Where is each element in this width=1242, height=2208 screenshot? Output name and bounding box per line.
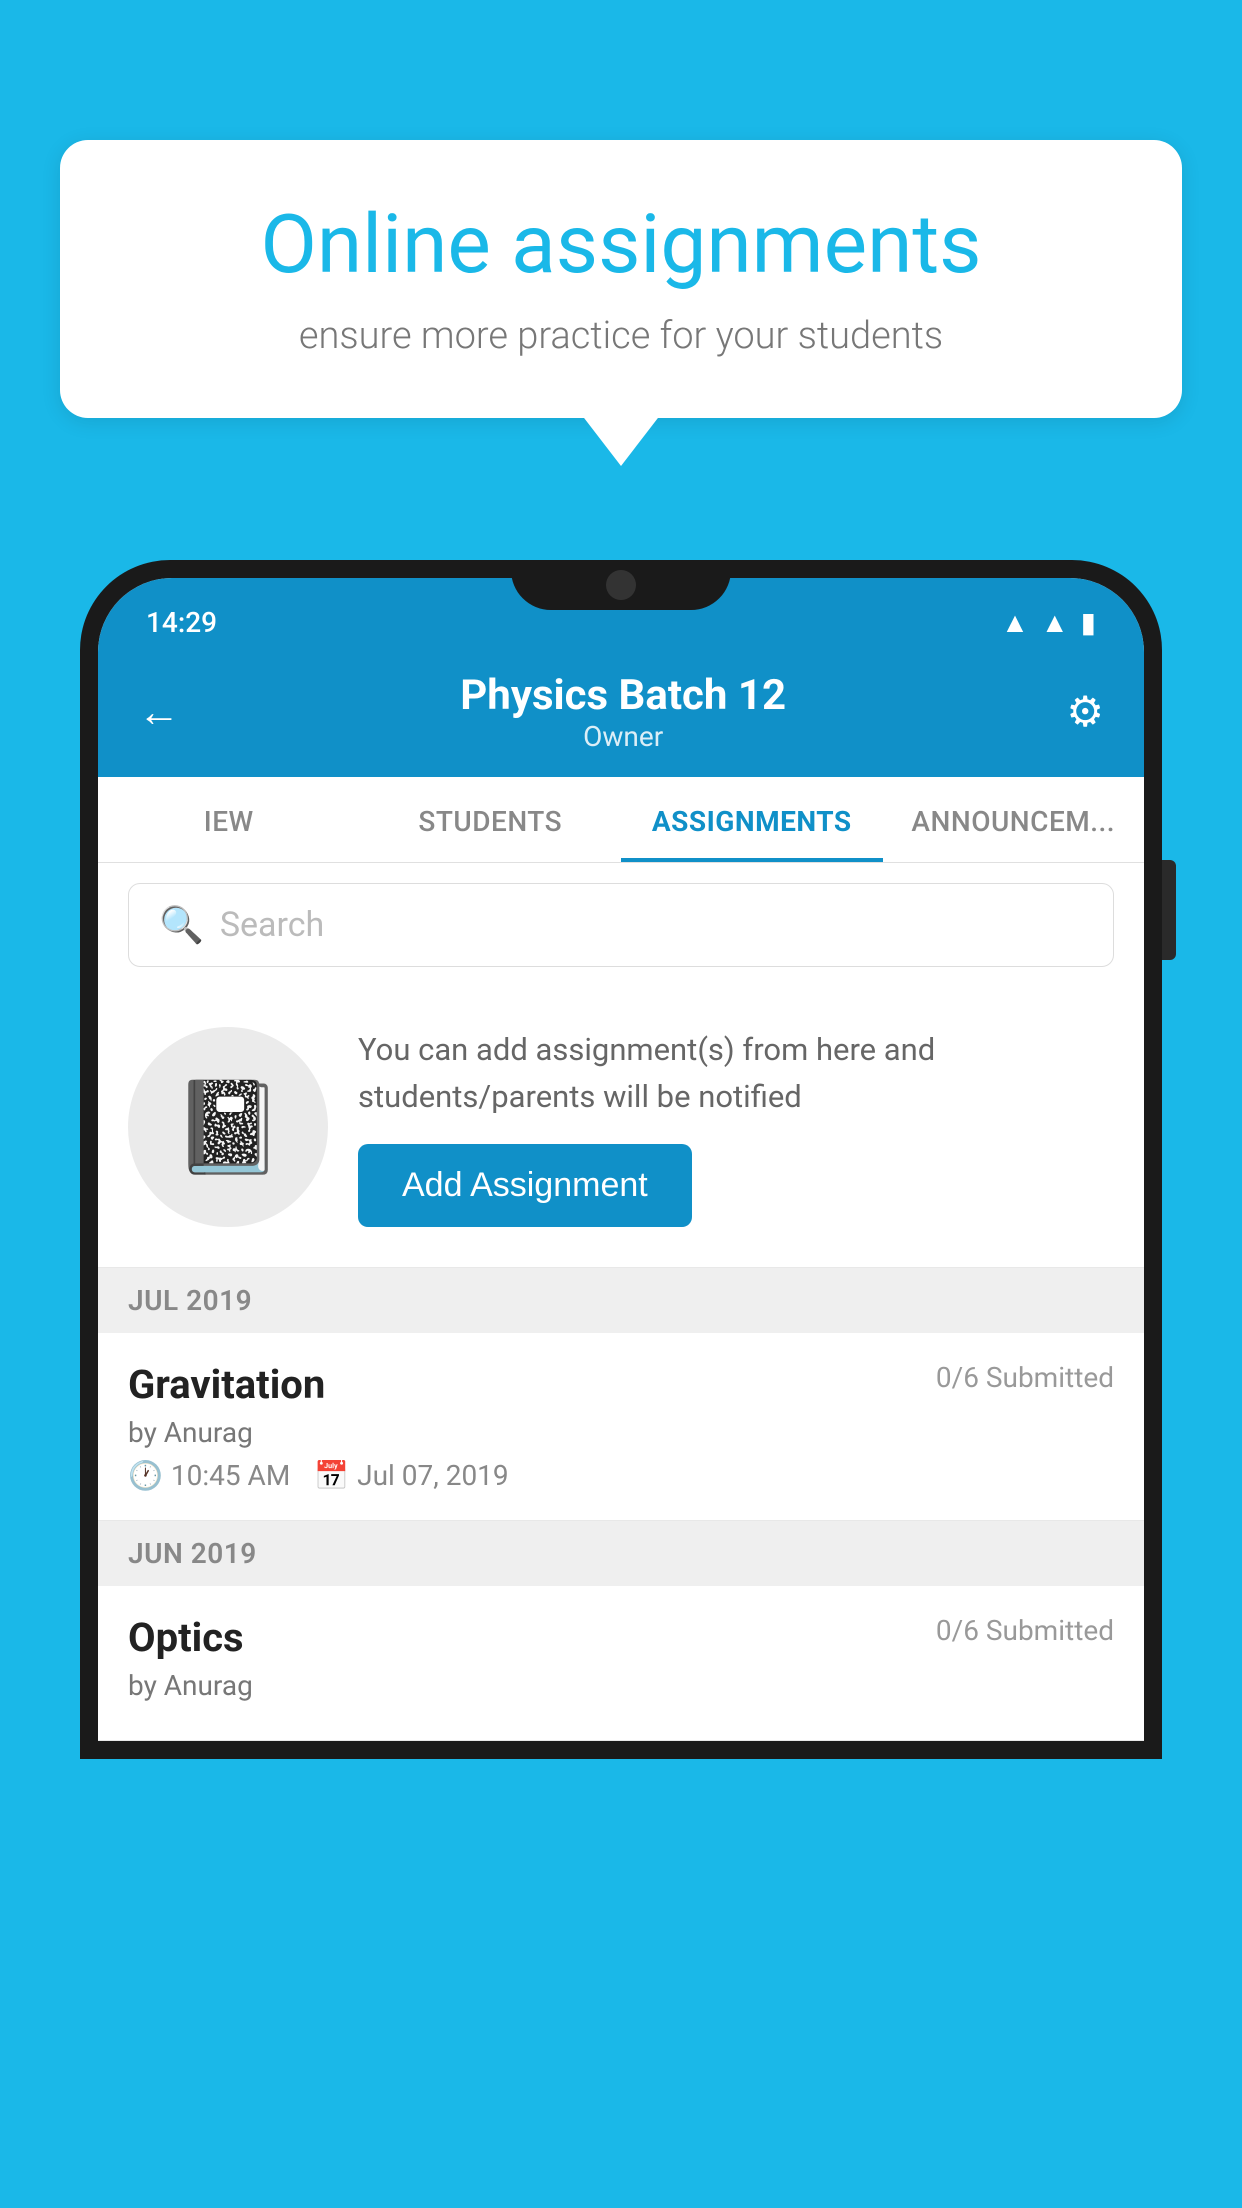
assignment-time: 🕐 10:45 AM bbox=[128, 1459, 290, 1492]
speech-bubble-area: Online assignments ensure more practice … bbox=[60, 140, 1182, 418]
header-title: Physics Batch 12 bbox=[460, 671, 786, 720]
phone-camera bbox=[606, 570, 636, 600]
assignment-time-value: 10:45 AM bbox=[171, 1459, 290, 1492]
clock-icon: 🕐 bbox=[128, 1459, 163, 1492]
assignment-item-optics[interactable]: Optics 0/6 Submitted by Anurag bbox=[98, 1586, 1144, 1741]
assignment-meta-gravitation: 🕐 10:45 AM 📅 Jul 07, 2019 bbox=[128, 1459, 1114, 1492]
gear-icon[interactable]: ⚙ bbox=[1066, 687, 1104, 737]
bubble-title: Online assignments bbox=[130, 200, 1112, 290]
search-icon: 🔍 bbox=[159, 904, 204, 946]
header-title-area: Physics Batch 12 Owner bbox=[460, 671, 786, 753]
assignment-item-gravitation[interactable]: Gravitation 0/6 Submitted by Anurag 🕐 10… bbox=[98, 1333, 1144, 1521]
assignment-submitted-optics: 0/6 Submitted bbox=[936, 1614, 1114, 1647]
add-assignment-desc: You can add assignment(s) from here and … bbox=[358, 1027, 1114, 1120]
search-container: 🔍 Search bbox=[98, 863, 1144, 987]
back-button[interactable]: ← bbox=[138, 688, 180, 737]
notebook-icon: 📓 bbox=[172, 1075, 284, 1180]
assignment-top-optics: Optics 0/6 Submitted bbox=[128, 1614, 1114, 1661]
phone-outer: 14:29 ▲ ▲ ▮ ← Physics Batch 12 Owner ⚙ I… bbox=[80, 560, 1162, 1759]
add-assignment-area: 📓 You can add assignment(s) from here an… bbox=[98, 987, 1144, 1268]
tab-students[interactable]: STUDENTS bbox=[360, 777, 622, 862]
assignment-date-value: Jul 07, 2019 bbox=[357, 1459, 509, 1492]
assignment-icon-circle: 📓 bbox=[128, 1027, 328, 1227]
assignment-submitted-gravitation: 0/6 Submitted bbox=[936, 1361, 1114, 1394]
header-subtitle: Owner bbox=[460, 720, 786, 753]
bubble-subtitle: ensure more practice for your students bbox=[130, 314, 1112, 358]
search-placeholder: Search bbox=[220, 905, 324, 945]
side-button bbox=[1162, 860, 1176, 960]
tab-announcements[interactable]: ANNOUNCEM... bbox=[883, 777, 1145, 862]
app-header: ← Physics Batch 12 Owner ⚙ bbox=[98, 651, 1144, 777]
assignment-name-optics: Optics bbox=[128, 1614, 244, 1661]
search-bar[interactable]: 🔍 Search bbox=[128, 883, 1114, 967]
tab-bar: IEW STUDENTS ASSIGNMENTS ANNOUNCEM... bbox=[98, 777, 1144, 863]
assignment-by-optics: by Anurag bbox=[128, 1669, 1114, 1702]
add-assignment-button[interactable]: Add Assignment bbox=[358, 1144, 692, 1227]
phone-frame: 14:29 ▲ ▲ ▮ ← Physics Batch 12 Owner ⚙ I… bbox=[80, 560, 1162, 2208]
status-time: 14:29 bbox=[146, 606, 217, 639]
assignment-by-gravitation: by Anurag bbox=[128, 1416, 1114, 1449]
tab-assignments[interactable]: ASSIGNMENTS bbox=[621, 777, 883, 862]
calendar-icon: 📅 bbox=[314, 1459, 349, 1492]
status-icons: ▲ ▲ ▮ bbox=[1001, 606, 1096, 639]
phone-notch bbox=[511, 560, 731, 610]
phone-screen: 14:29 ▲ ▲ ▮ ← Physics Batch 12 Owner ⚙ I… bbox=[98, 578, 1144, 1741]
assignment-date: 📅 Jul 07, 2019 bbox=[314, 1459, 508, 1492]
section-header-jun: JUN 2019 bbox=[98, 1521, 1144, 1586]
tab-iew[interactable]: IEW bbox=[98, 777, 360, 862]
assignment-name-gravitation: Gravitation bbox=[128, 1361, 325, 1408]
speech-bubble: Online assignments ensure more practice … bbox=[60, 140, 1182, 418]
assignment-top: Gravitation 0/6 Submitted bbox=[128, 1361, 1114, 1408]
add-assignment-content: You can add assignment(s) from here and … bbox=[358, 1027, 1114, 1227]
battery-icon: ▮ bbox=[1081, 606, 1096, 639]
wifi-icon: ▲ bbox=[1001, 606, 1029, 639]
signal-icon: ▲ bbox=[1041, 606, 1069, 639]
section-header-jul: JUL 2019 bbox=[98, 1268, 1144, 1333]
